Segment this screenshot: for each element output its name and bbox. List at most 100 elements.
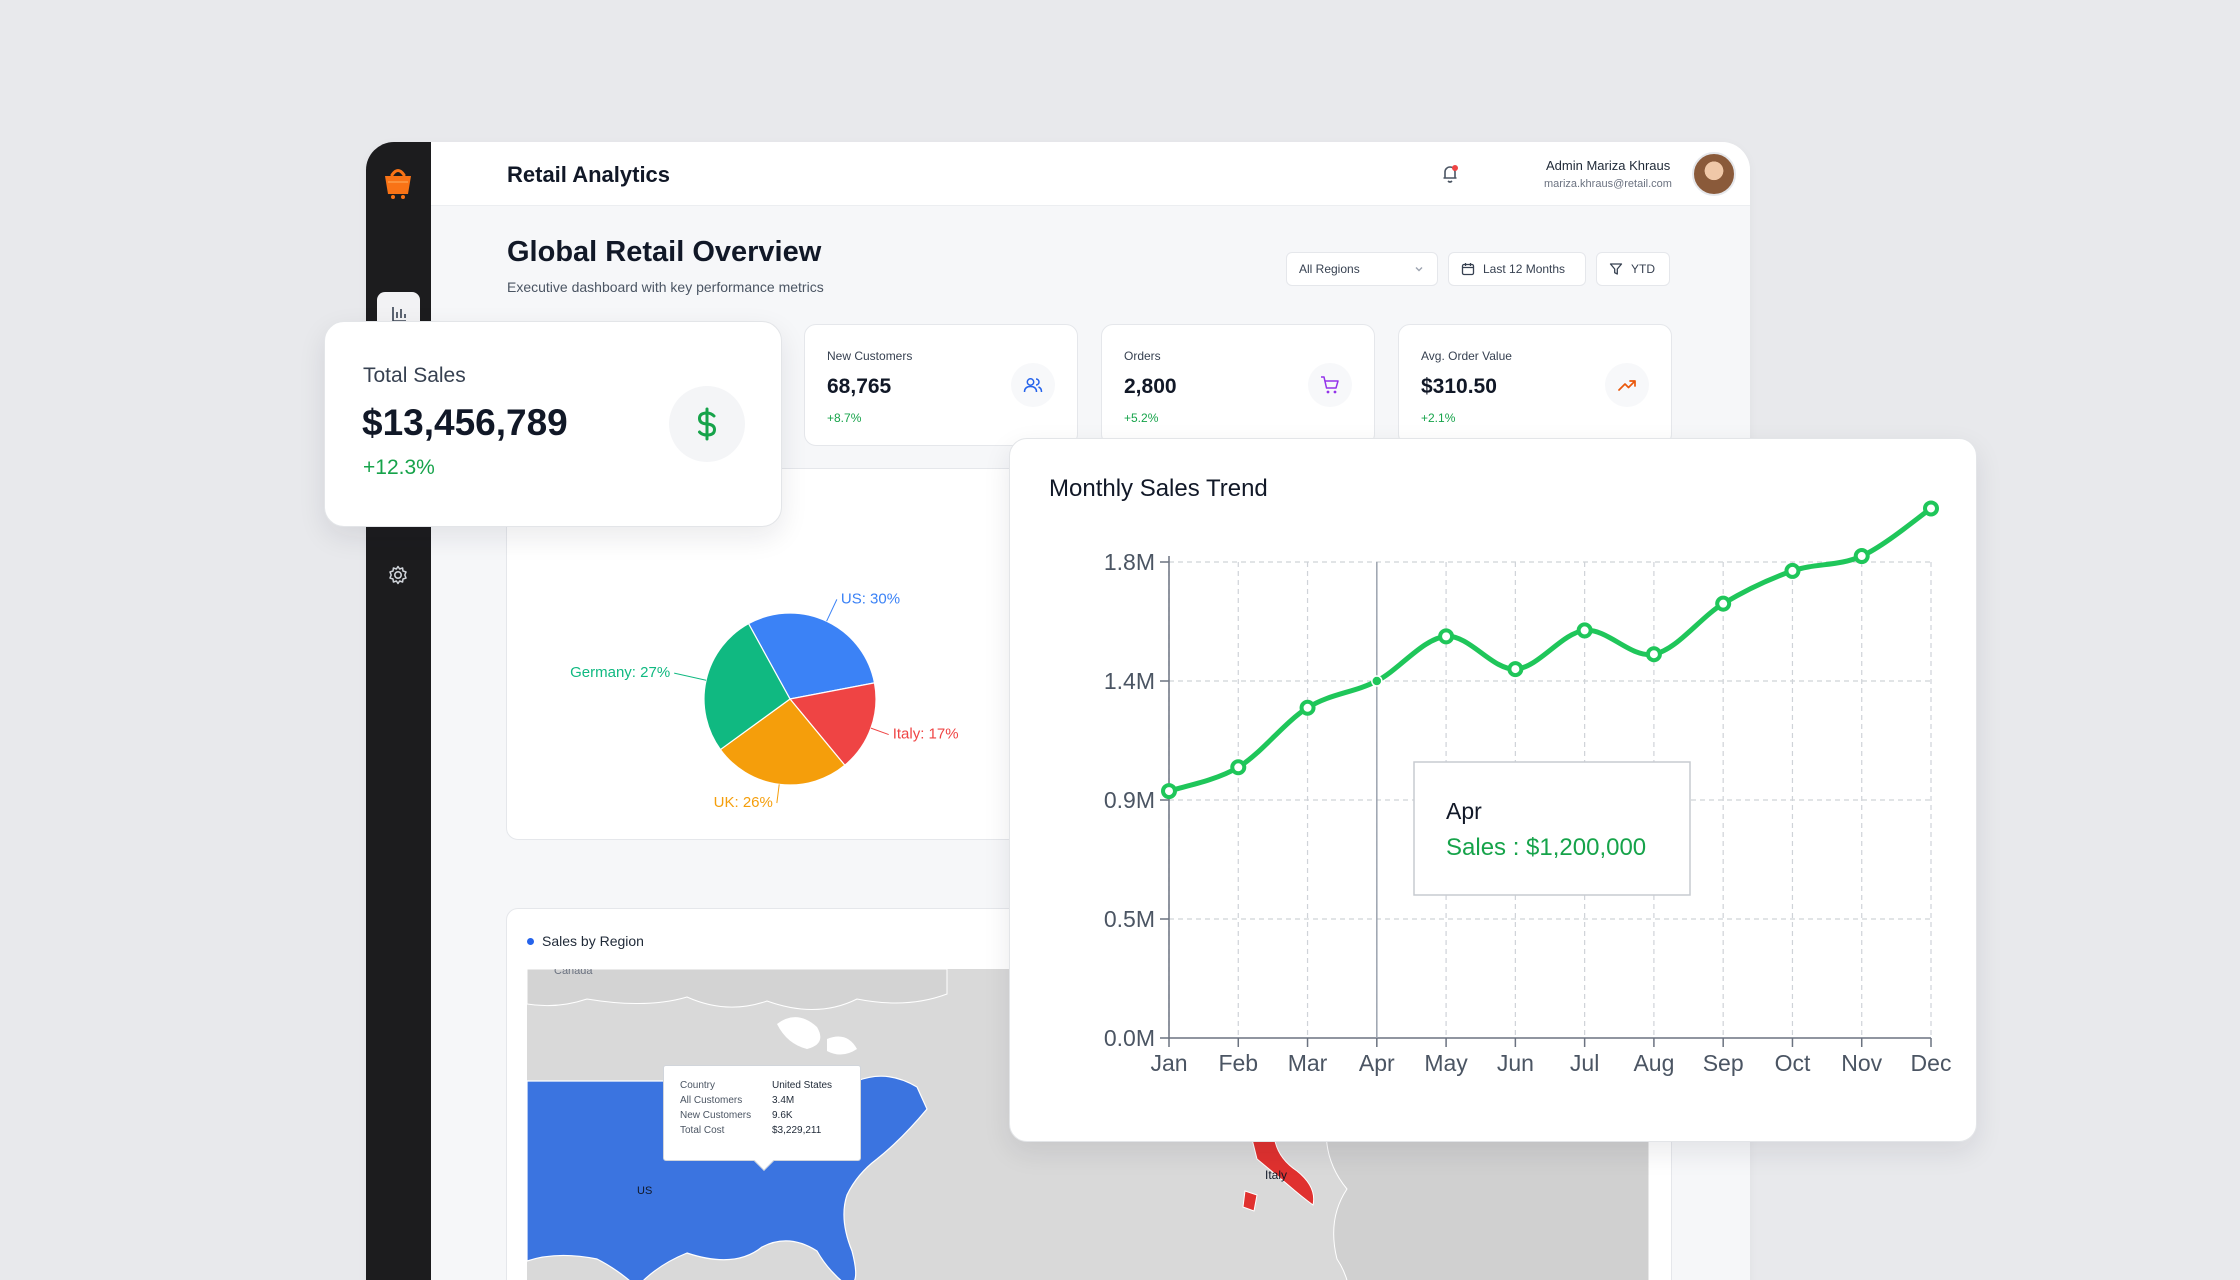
y-tick-label: 0.9M	[1104, 787, 1155, 813]
tooltip-row: All Customers 3.4M	[680, 1093, 844, 1108]
canada-label: Canada	[554, 969, 593, 977]
dollar-icon	[669, 386, 745, 462]
kpi-card-orders: Orders 2,800 +5.2%	[1101, 324, 1375, 446]
map-tooltip: Country United States All Customers 3.4M N…	[663, 1065, 861, 1171]
monthly-sales-trend-card: Monthly Sales Trend 0.0M 0.5M 0.9M 1.4M 1.8M…	[1009, 438, 1977, 1142]
legend-dot	[527, 937, 534, 945]
pie-slice-label: Germany: 27%	[570, 664, 670, 681]
kpi-change: +8.7%	[827, 411, 862, 425]
us-label: US	[637, 1185, 652, 1197]
italy-label: Italy	[1265, 1168, 1287, 1182]
total-sales-value: $13,456,789	[362, 402, 568, 443]
tooltip-row: Country United States	[680, 1078, 844, 1093]
tooltip-value: $3,229,211	[772, 1125, 822, 1136]
page-title: Global Retail Overview	[507, 236, 822, 268]
data-point	[1230, 759, 1247, 776]
tooltip-key: All Customers	[680, 1095, 743, 1106]
calendar-icon	[1461, 263, 1475, 276]
x-tick-label: Mar	[1288, 1050, 1328, 1076]
data-point	[1438, 628, 1455, 645]
chart-tooltip: Apr Sales : $1,200,000	[1413, 761, 1691, 896]
x-tick-label: Sep	[1703, 1050, 1744, 1076]
total-sales-label: Total Sales	[363, 364, 466, 387]
total-sales-card: Total Sales $13,456,789 +12.3%	[324, 321, 782, 527]
tooltip-box	[1413, 761, 1691, 896]
settings-gear-icon[interactable]	[385, 562, 411, 588]
x-tick-label: Feb	[1218, 1050, 1258, 1076]
ytd-filter-button[interactable]: YTD	[1596, 252, 1670, 286]
tooltip-value: United States	[772, 1080, 833, 1091]
tooltip-month: Apr	[1446, 798, 1482, 824]
filter-icon	[1609, 263, 1623, 275]
y-tick-label: 0.0M	[1104, 1025, 1155, 1051]
shopping-basket-logo-icon[interactable]	[380, 164, 416, 200]
app-title: Retail Analytics	[507, 162, 671, 187]
kpi-label: New Customers	[827, 349, 913, 363]
tooltip-value: Sales : $1,200,000	[1446, 834, 1646, 861]
data-point	[1645, 646, 1662, 663]
date-range-button[interactable]: Last 12 Months	[1448, 252, 1586, 286]
chevron-down-icon	[1415, 267, 1423, 272]
kpi-value: $310.50	[1421, 375, 1497, 398]
tooltip-value: 9.6K	[772, 1110, 793, 1121]
x-tick-label: May	[1424, 1050, 1468, 1076]
ytd-label: YTD	[1631, 262, 1655, 276]
page-subtitle: Executive dashboard with key performance…	[507, 279, 824, 295]
notification-bell-icon[interactable]	[1437, 160, 1463, 186]
data-point	[1784, 562, 1801, 579]
kpi-value: 68,765	[827, 375, 892, 398]
tooltip-key: New Customers	[680, 1110, 752, 1121]
tooltip-row: Total Cost $3,229,211	[680, 1123, 844, 1138]
kpi-label: Orders	[1124, 349, 1161, 363]
data-point	[1161, 783, 1177, 800]
x-tick-label: Dec	[1911, 1050, 1952, 1076]
active-data-point	[1371, 675, 1383, 687]
kpi-card-new-customers: New Customers 68,765 +8.7%	[804, 324, 1078, 446]
bar-chart-icon	[391, 306, 406, 322]
x-tick-label: Jul	[1570, 1050, 1599, 1076]
region-select-value: All Regions	[1299, 262, 1360, 276]
trending-up-icon	[1605, 363, 1649, 407]
map-legend-label: Sales by Region	[542, 933, 644, 949]
data-point	[1576, 622, 1593, 639]
x-tick-label: Jun	[1497, 1050, 1534, 1076]
tooltip-row: New Customers 9.6K	[680, 1108, 844, 1123]
pie-leader-line	[776, 784, 780, 804]
kpi-change: +2.1%	[1421, 411, 1456, 425]
cart-icon	[1308, 363, 1352, 407]
region-select[interactable]: All Regions	[1286, 252, 1438, 286]
monthly-sales-line-chart: 0.0M 0.5M 0.9M 1.4M 1.8M Jan Feb Mar Apr May Jun Ju…	[1104, 500, 1952, 1076]
tooltip-value: 3.4M	[772, 1095, 795, 1106]
sidebar	[366, 142, 431, 1280]
map-legend: Sales by Region	[527, 933, 644, 949]
user-name: Admin Mariza Khraus	[1546, 158, 1671, 173]
user-avatar[interactable]	[1692, 152, 1736, 196]
data-point	[1715, 595, 1732, 612]
x-tick-label: Apr	[1359, 1050, 1395, 1076]
x-tick-label: Jan	[1150, 1050, 1187, 1076]
pie-leader-line	[870, 727, 889, 736]
users-icon	[1011, 363, 1055, 407]
pie-slice-label: Italy: 17%	[893, 726, 959, 743]
series-line	[1168, 506, 1933, 794]
x-tick-label: Nov	[1841, 1050, 1882, 1076]
pie-leader-line	[826, 599, 838, 622]
tooltip-key: Country	[680, 1080, 716, 1091]
x-tick-label: Aug	[1633, 1050, 1674, 1076]
total-sales-change: +12.3%	[363, 456, 435, 479]
top-bar: Retail Analytics Admin Mariza Khraus mar…	[431, 142, 1750, 206]
pie-slice-label: US: 30%	[841, 590, 900, 607]
kpi-change: +5.2%	[1124, 411, 1159, 425]
data-point	[1299, 699, 1316, 716]
y-tick-label: 1.4M	[1104, 668, 1155, 694]
user-email: mariza.khraus@retail.com	[1544, 178, 1672, 190]
kpi-card-avg-order-value: Avg. Order Value $310.50 +2.1%	[1398, 324, 1672, 446]
kpi-value: 2,800	[1124, 375, 1177, 398]
y-tick-label: 1.8M	[1104, 549, 1155, 575]
data-point	[1853, 548, 1870, 565]
pie-leader-line	[674, 672, 707, 681]
tooltip-key: Total Cost	[680, 1125, 725, 1136]
data-point	[1507, 661, 1524, 678]
data-point	[1923, 500, 1939, 517]
y-tick-label: 0.5M	[1104, 906, 1155, 932]
